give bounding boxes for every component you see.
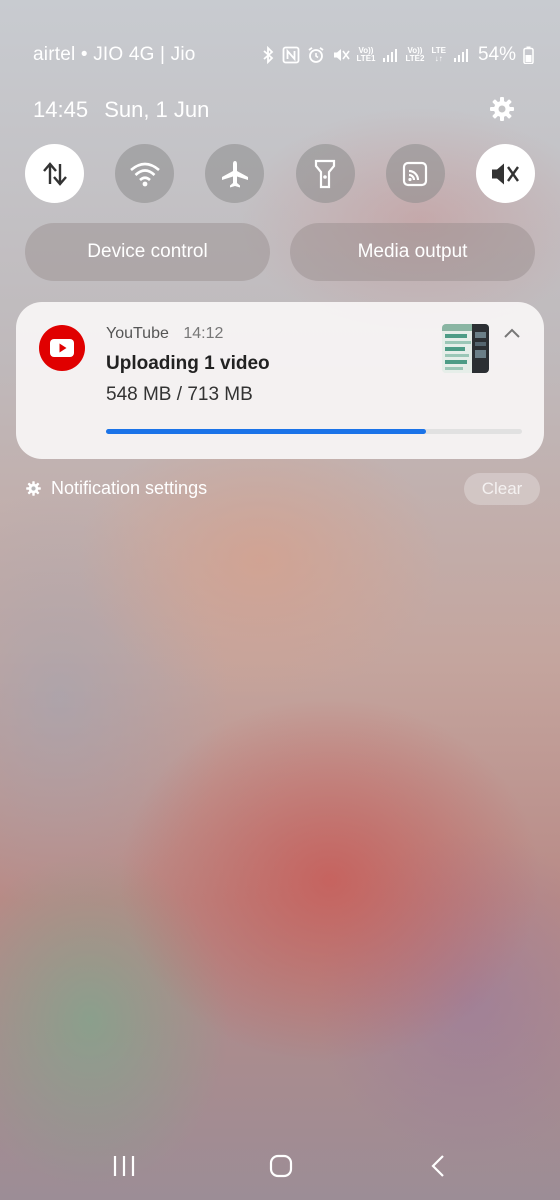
quick-settings-row: [25, 144, 535, 203]
signal-icon: [383, 49, 398, 62]
flashlight-toggle[interactable]: [295, 144, 355, 203]
gear-icon[interactable]: [488, 95, 516, 123]
home-icon: [269, 1154, 293, 1178]
wifi-toggle[interactable]: [115, 144, 175, 203]
clear-button[interactable]: Clear: [464, 473, 540, 505]
carrier-label: airtel • JIO 4G | Jio: [33, 44, 196, 65]
sim1-label: Vo)) LTE1: [356, 46, 376, 63]
alarm-icon: [307, 47, 324, 63]
youtube-play-icon: [50, 339, 74, 357]
recents-icon: [113, 1156, 135, 1176]
notification-time: 14:12: [183, 325, 224, 342]
bluetooth-icon: [262, 46, 273, 64]
notification-title: Uploading 1 video: [106, 353, 270, 374]
battery-icon: [523, 46, 534, 64]
notification-header: YouTube 14:12: [106, 325, 223, 343]
signal-icon: [453, 49, 468, 62]
sim2-label: Vo)) LTE2: [405, 46, 425, 63]
video-thumbnail: [442, 324, 489, 373]
airplane-icon: [221, 160, 248, 187]
cast-icon: [403, 161, 428, 186]
clock-time[interactable]: 14:45: [33, 97, 88, 122]
navigation-bar: [0, 1140, 560, 1192]
back-button[interactable]: [408, 1140, 468, 1192]
data-type-label: LTE ↓↑: [431, 46, 446, 63]
mute-icon: [492, 163, 520, 184]
date-time: 14:45 Sun, 1 Jun: [33, 97, 209, 123]
upload-progress-bar: [106, 429, 522, 434]
notification-subtitle: 548 MB / 713 MB: [106, 384, 253, 405]
notification-settings-label: Notification settings: [51, 478, 208, 498]
device-control-button[interactable]: Device control: [25, 223, 270, 281]
youtube-notification[interactable]: YouTube 14:12 Uploading 1 video 548 MB /…: [16, 302, 544, 459]
airplane-toggle[interactable]: [205, 144, 265, 203]
chevron-up-icon[interactable]: [502, 326, 522, 340]
date-label[interactable]: Sun, 1 Jun: [104, 97, 209, 122]
mute-icon: [333, 49, 350, 61]
nfc-icon: [282, 46, 299, 64]
status-icons: Vo)) LTE1 Vo)) LTE2 LTE ↓↑ 54%: [261, 44, 534, 66]
mobile-data-toggle[interactable]: [25, 144, 84, 203]
updown-arrows-icon: [42, 161, 67, 186]
notification-app-name: YouTube: [106, 325, 169, 342]
notification-settings-link[interactable]: Notification settings: [25, 478, 207, 499]
status-bar: airtel • JIO 4G | Jio Vo)) LTE1 Vo)) LTE2 …: [33, 38, 534, 72]
gear-icon: [26, 481, 41, 496]
recents-button[interactable]: [94, 1140, 154, 1192]
battery-percent: 54%: [477, 44, 516, 65]
youtube-app-icon: [39, 325, 85, 371]
media-output-button[interactable]: Media output: [290, 223, 535, 281]
upload-progress-fill: [106, 429, 427, 434]
back-icon: [431, 1155, 444, 1177]
cast-toggle[interactable]: [385, 144, 445, 203]
wifi-icon: [129, 162, 160, 186]
sound-toggle[interactable]: [475, 144, 535, 203]
control-pills: Device control Media output: [25, 223, 535, 281]
home-button[interactable]: [251, 1140, 311, 1192]
flashlight-icon: [314, 159, 336, 188]
